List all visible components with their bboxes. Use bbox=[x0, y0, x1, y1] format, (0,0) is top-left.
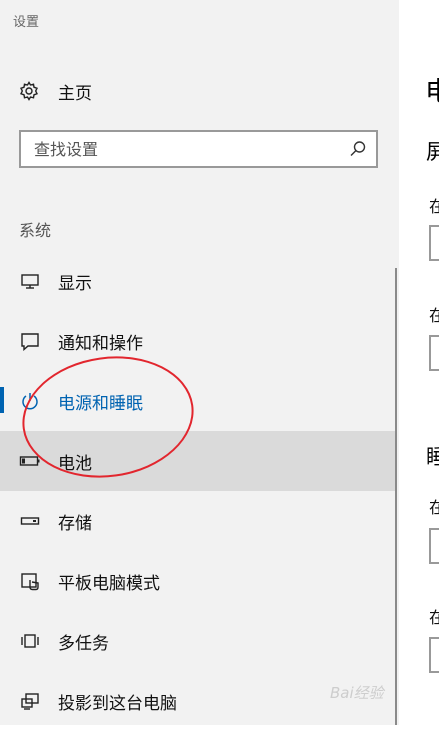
sidebar-item-storage[interactable]: 存储 bbox=[0, 491, 397, 551]
monitor-icon bbox=[19, 270, 41, 292]
sidebar-item-label: 多任务 bbox=[58, 633, 109, 654]
screen-setting-label: 在 bbox=[429, 306, 439, 325]
sleep-timeout-dropdown[interactable] bbox=[429, 637, 439, 673]
home-label: 主页 bbox=[58, 83, 92, 104]
tablet-mode-icon bbox=[19, 570, 41, 592]
sidebar-item-label: 电源和睡眠 bbox=[58, 393, 143, 414]
sidebar-scrollbar[interactable] bbox=[395, 268, 397, 725]
sidebar-item-tablet-mode[interactable]: 平板电脑模式 bbox=[0, 551, 397, 611]
sidebar-item-label: 投影到这台电脑 bbox=[58, 693, 177, 714]
search-icon[interactable] bbox=[348, 139, 368, 159]
power-icon bbox=[19, 390, 41, 412]
sidebar-item-label: 显示 bbox=[58, 273, 92, 294]
sidebar-item-battery[interactable]: 电池 bbox=[0, 431, 397, 491]
projecting-icon bbox=[19, 690, 41, 712]
sleep-setting-label: 在 bbox=[429, 608, 439, 627]
home-nav-item[interactable]: 主页 bbox=[0, 71, 399, 111]
search-box[interactable] bbox=[19, 130, 378, 168]
battery-icon bbox=[19, 450, 41, 472]
search-input[interactable] bbox=[21, 132, 348, 166]
sidebar-item-label: 存储 bbox=[58, 513, 92, 534]
gear-icon bbox=[19, 81, 39, 101]
sleep-section-heading: 睡 bbox=[426, 445, 439, 469]
window-title: 设置 bbox=[13, 15, 40, 30]
screen-setting-label: 在 bbox=[429, 197, 439, 216]
storage-icon bbox=[19, 510, 41, 532]
settings-sidebar: 设置 主页 系统 显示 bbox=[0, 0, 399, 725]
sidebar-item-label: 平板电脑模式 bbox=[58, 573, 160, 594]
watermark: Bai经验 bbox=[330, 684, 384, 702]
sidebar-item-label: 电池 bbox=[58, 453, 92, 474]
section-header-system: 系统 bbox=[19, 221, 52, 240]
sidebar-item-power-sleep[interactable]: 电源和睡眠 bbox=[0, 371, 397, 431]
sleep-timeout-dropdown[interactable] bbox=[429, 528, 439, 564]
multitasking-icon bbox=[19, 630, 41, 652]
sidebar-item-label: 通知和操作 bbox=[58, 333, 143, 354]
content-pane: 电 屏 在 在 睡 在 在 bbox=[399, 0, 439, 725]
screen-timeout-dropdown[interactable] bbox=[429, 335, 439, 371]
sleep-setting-label: 在 bbox=[429, 498, 439, 517]
sidebar-item-notifications[interactable]: 通知和操作 bbox=[0, 311, 397, 371]
notification-icon bbox=[19, 330, 41, 352]
screen-section-heading: 屏 bbox=[426, 140, 439, 164]
page-title: 电 bbox=[425, 77, 439, 108]
screen-timeout-dropdown[interactable] bbox=[429, 225, 439, 261]
selected-indicator bbox=[0, 387, 4, 413]
sidebar-item-multitasking[interactable]: 多任务 bbox=[0, 611, 397, 671]
sidebar-item-display[interactable]: 显示 bbox=[0, 251, 397, 311]
